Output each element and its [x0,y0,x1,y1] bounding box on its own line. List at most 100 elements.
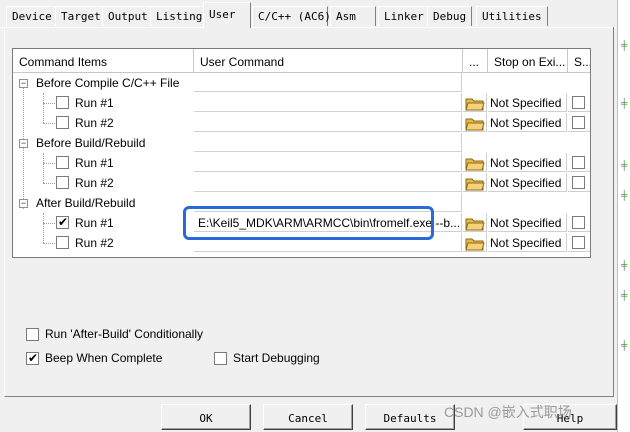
header-stop-on-exit[interactable]: Stop on Exi... [488,49,568,73]
s-checkbox[interactable] [572,116,585,129]
run-checkbox[interactable] [56,176,69,189]
s-cell [568,153,590,172]
watermark: CSDN @嵌入式职场 [444,404,572,420]
stop-on-exit-select[interactable]: Not Specified [488,233,567,252]
browse-button[interactable] [463,93,487,112]
group-label: Before Build/Rebuild [36,136,146,150]
folder-icon [465,118,485,131]
group-row-before-build: − Before Build/Rebuild [13,133,590,153]
table-row: Run #1 Not Specified [13,153,590,173]
group-command-blank [194,73,462,92]
run-checkbox[interactable] [56,156,69,169]
beep-label: Beep When Complete [45,351,163,365]
start-debugging-checkbox[interactable] [214,352,227,366]
run-after-build-label: Run 'After-Build' Conditionally [45,327,203,341]
user-command-input[interactable] [194,233,462,252]
s-checkbox[interactable] [572,156,585,169]
stop-on-exit-select[interactable]: Not Specified [488,213,567,232]
header-s[interactable]: S... [568,49,590,73]
cancel-button[interactable]: Cancel [263,404,353,430]
stop-on-exit-select[interactable]: Not Specified [488,93,567,112]
beep-checkbox[interactable]: ✔ [26,351,39,366]
editor-glyph: ╪ [621,98,628,108]
browse-button[interactable] [463,153,487,172]
s-cell [568,93,590,112]
run-label: Run #2 [75,176,114,190]
run-label: Run #2 [75,236,114,250]
stop-on-exit-select[interactable]: Not Specified [488,113,567,132]
browse-button[interactable] [463,113,487,132]
stop-on-exit-select[interactable]: Not Specified [488,173,567,192]
editor-glyph: ╪ [621,290,628,300]
defaults-button[interactable]: Defaults [365,404,455,430]
run-label: Run #1 [75,216,114,230]
checkmark-icon: ✔ [28,351,39,366]
browse-button[interactable] [463,233,487,252]
tab-utilities[interactable]: Utilities [476,6,548,26]
header-command-items[interactable]: Command Items [13,49,194,73]
folder-icon [465,178,485,191]
collapse-icon[interactable]: − [19,139,28,148]
browse-button[interactable] [463,173,487,192]
s-checkbox[interactable] [572,236,585,249]
beep-option[interactable]: ✔ Beep When Complete [26,351,163,366]
run-checkbox[interactable] [56,116,69,129]
tab-asm[interactable]: Asm [330,6,376,26]
start-debugging-label: Start Debugging [233,351,320,365]
s-checkbox[interactable] [572,176,585,189]
run-after-build-option[interactable]: Run 'After-Build' Conditionally [26,327,203,342]
group-label: After Build/Rebuild [36,196,136,210]
stop-on-exit-select[interactable]: Not Specified [488,153,567,172]
group-row-after-build: − After Build/Rebuild [13,193,590,213]
user-command-input[interactable] [194,173,462,192]
user-command-input[interactable] [194,93,462,112]
editor-glyph: ╪ [621,260,628,270]
folder-icon [465,238,485,251]
table-row: Run #2 Not Specified [13,233,590,253]
editor-glyph: ╪ [621,160,628,170]
s-checkbox[interactable] [572,96,585,109]
s-cell [568,113,590,132]
tab-bar: Device Target Output Listing User C/C++ … [0,0,616,28]
header-user-command[interactable]: User Command [194,49,463,73]
run-checkbox[interactable] [56,236,69,249]
run-label: Run #1 [75,96,114,110]
s-cell [568,213,590,232]
user-command-input[interactable]: E:\Keil5_MDK\ARM\ARMCC\bin\fromelf.exe -… [194,213,462,232]
tab-user[interactable]: User [203,2,251,28]
browse-button[interactable] [463,213,487,232]
tab-device[interactable]: Device [6,6,58,26]
run-label: Run #2 [75,116,114,130]
user-command-input[interactable] [194,113,462,132]
folder-icon [465,98,485,111]
table-row: Run #2 Not Specified [13,113,590,133]
tab-debug[interactable]: Debug [427,6,473,26]
tab-output[interactable]: Output [102,6,154,26]
user-command-grid: Command Items User Command ... Stop on E… [12,48,591,258]
group-command-blank [194,133,462,152]
collapse-icon[interactable]: − [19,79,28,88]
header-browse[interactable]: ... [463,49,488,73]
run-checkbox[interactable] [56,96,69,109]
s-cell [568,233,590,252]
table-row: Run #2 Not Specified [13,173,590,193]
user-command-input[interactable] [194,153,462,172]
checkmark-icon: ✔ [58,215,69,229]
tab-target[interactable]: Target [55,6,107,26]
editor-glyph: ╪ [621,190,628,200]
group-label: Before Compile C/C++ File [36,76,180,90]
collapse-icon[interactable]: − [19,199,28,208]
tab-linker[interactable]: Linker [378,6,430,26]
tab-listing[interactable]: Listing [150,6,209,26]
run-after-build-checkbox[interactable] [26,328,39,342]
s-cell [568,173,590,192]
s-checkbox[interactable] [572,216,585,229]
editor-glyph: ╪ [621,40,628,50]
ok-button[interactable]: OK [161,404,251,430]
run-label: Run #1 [75,156,114,170]
start-debugging-option[interactable]: Start Debugging [214,351,320,366]
group-row-before-compile: − Before Compile C/C++ File [13,73,590,93]
tab-cpp[interactable]: C/C++ (AC6) [252,6,331,26]
run-checkbox[interactable]: ✔ [56,215,69,229]
table-row: Run #1 Not Specified [13,93,590,113]
